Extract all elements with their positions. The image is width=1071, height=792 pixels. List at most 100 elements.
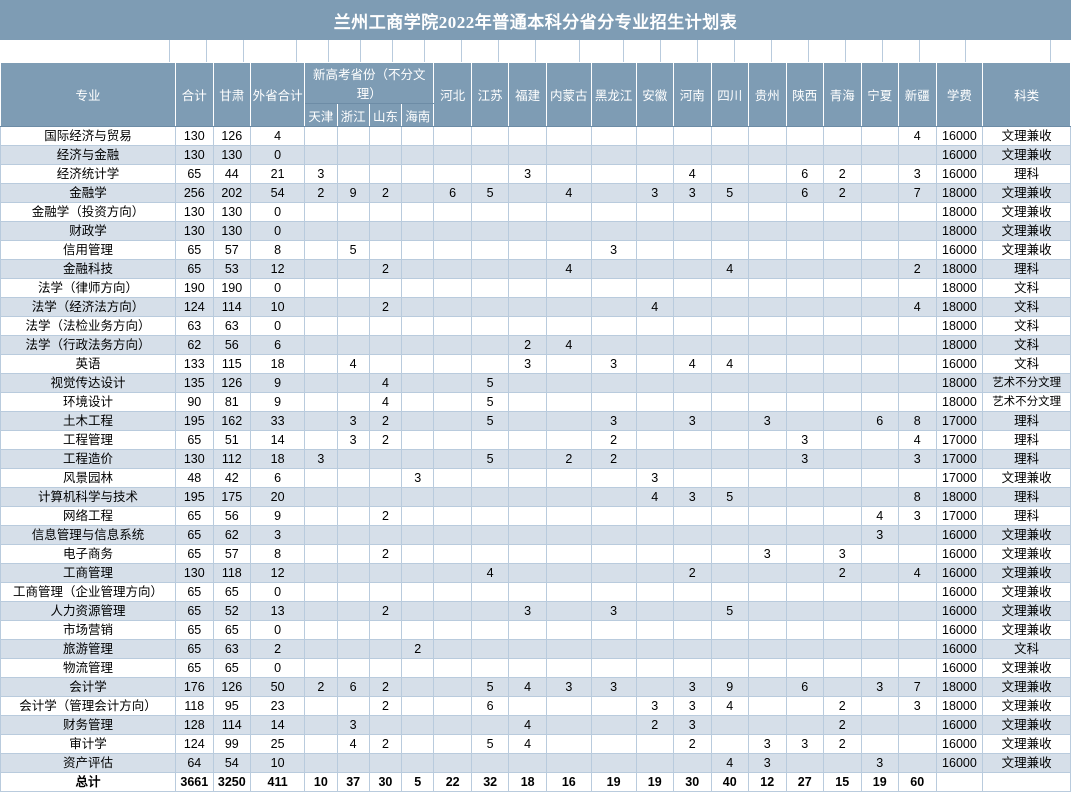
cell-neimenggu[interactable] [545,202,592,222]
cell-xinjiang[interactable] [898,582,937,602]
cell-tianjin[interactable] [304,145,338,165]
cell-sichuan[interactable] [710,525,749,545]
cell-hebei[interactable] [433,525,472,545]
cell-tianjin[interactable] [304,126,338,146]
cell-anhui[interactable] [635,601,674,621]
cell-heilongjiang[interactable]: 3 [590,354,637,374]
cell-shandong[interactable] [368,658,403,678]
cell-qinghai[interactable]: 3 [823,544,862,564]
cell-category[interactable]: 文理兼收 [982,183,1071,203]
cell-henan[interactable] [673,221,712,241]
cell-out-total[interactable]: 20 [250,487,306,507]
cell-fee[interactable]: 18000 [935,335,984,355]
cell-qinghai[interactable]: 2 [823,734,862,754]
cell-sichuan[interactable] [710,658,749,678]
cell-anhui[interactable]: 4 [635,487,674,507]
cell-henan[interactable]: 3 [673,411,712,431]
cell-major[interactable]: 物流管理 [0,658,177,678]
cell-major[interactable]: 法学（律师方向） [0,278,177,298]
cell-category[interactable]: 文理兼收 [982,753,1071,773]
cell-jiangsu[interactable] [470,658,510,678]
cell-fee[interactable]: 16000 [935,544,984,564]
cell-fujian[interactable] [508,582,547,602]
cell-qinghai[interactable] [823,145,862,165]
cell-ningxia[interactable] [860,316,899,336]
cell-gansu[interactable]: 63 [212,316,252,336]
cell-category[interactable]: 文理兼收 [982,468,1071,488]
cell-jiangsu[interactable] [470,639,510,659]
cell-fujian[interactable]: 4 [508,715,547,735]
cell-shaanxi[interactable]: 6 [785,677,824,697]
cell-shaanxi[interactable] [785,145,824,165]
cell-guizhou[interactable] [748,297,787,317]
cell-gansu[interactable]: 65 [212,658,252,678]
cell-out-total[interactable]: 23 [250,696,306,716]
cell-qinghai[interactable] [823,411,862,431]
cell-jiangsu[interactable]: 5 [470,183,510,203]
cell-shandong[interactable] [368,145,403,165]
cell-jiangsu[interactable] [470,506,510,526]
cell-anhui[interactable] [635,278,674,298]
cell-heilongjiang[interactable] [590,126,637,146]
cell-shaanxi[interactable] [785,240,824,260]
cell-henan[interactable]: 30 [673,772,712,792]
cell-xinjiang[interactable] [898,278,937,298]
cell-sichuan[interactable] [710,582,749,602]
cell-major[interactable]: 法学（经济法方向） [0,297,177,317]
cell-sichuan[interactable] [710,145,749,165]
cell-shandong[interactable]: 30 [368,772,403,792]
cell-heilongjiang[interactable]: 19 [590,772,637,792]
cell-jiangsu[interactable] [470,715,510,735]
cell-sichuan[interactable] [710,544,749,564]
cell-tianjin[interactable] [304,259,338,279]
cell-category[interactable]: 文理兼收 [982,145,1071,165]
cell-ningxia[interactable] [860,468,899,488]
cell-tianjin[interactable]: 2 [304,677,338,697]
col-header-new-gaokao-group[interactable]: 新高考省份（不分文理） [304,62,435,104]
cell-total[interactable]: 65 [175,582,214,602]
cell-guizhou[interactable] [748,696,787,716]
cell-henan[interactable] [673,525,712,545]
cell-qinghai[interactable] [823,658,862,678]
cell-anhui[interactable] [635,126,674,146]
cell-ningxia[interactable]: 6 [860,411,899,431]
cell-shandong[interactable]: 2 [368,430,403,450]
cell-category[interactable]: 文理兼收 [982,525,1071,545]
cell-shaanxi[interactable] [785,278,824,298]
cell-henan[interactable] [673,506,712,526]
cell-sichuan[interactable] [710,620,749,640]
cell-anhui[interactable]: 3 [635,183,674,203]
cell-major[interactable]: 资产评估 [0,753,177,773]
cell-hebei[interactable] [433,145,472,165]
cell-fujian[interactable] [508,183,547,203]
cell-ningxia[interactable] [860,563,899,583]
cell-hebei[interactable] [433,126,472,146]
cell-neimenggu[interactable]: 4 [545,335,592,355]
cell-hebei[interactable] [433,202,472,222]
cell-anhui[interactable] [635,734,674,754]
cell-hainan[interactable] [401,525,435,545]
cell-shaanxi[interactable] [785,753,824,773]
cell-gansu[interactable]: 126 [212,126,252,146]
cell-tianjin[interactable] [304,525,338,545]
cell-zhejiang[interactable] [336,221,370,241]
cell-ningxia[interactable]: 3 [860,525,899,545]
cell-henan[interactable] [673,126,712,146]
cell-category[interactable]: 文理兼收 [982,734,1071,754]
cell-neimenggu[interactable]: 3 [545,677,592,697]
cell-hebei[interactable] [433,715,472,735]
cell-henan[interactable]: 2 [673,563,712,583]
cell-hainan[interactable] [401,506,435,526]
cell-anhui[interactable] [635,620,674,640]
cell-heilongjiang[interactable] [590,582,637,602]
cell-fee[interactable]: 17000 [935,411,984,431]
col-header-henan[interactable]: 河南 [673,62,712,127]
cell-zhejiang[interactable] [336,582,370,602]
cell-sichuan[interactable] [710,221,749,241]
cell-shandong[interactable] [368,639,403,659]
cell-zhejiang[interactable] [336,639,370,659]
cell-qinghai[interactable] [823,430,862,450]
cell-total[interactable]: 65 [175,430,214,450]
cell-shandong[interactable] [368,202,403,222]
cell-out-total[interactable]: 14 [250,430,306,450]
